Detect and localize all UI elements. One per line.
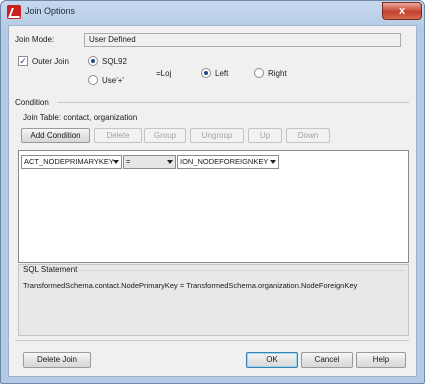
join-options-dialog: Join Options x Join Mode: User Defined ✓… [0, 0, 425, 384]
join-table-label: Join Table: contact, organization [23, 113, 138, 122]
condition-editor[interactable]: ACT_NODEPRIMARYKEY = ION_NODEFOREIGNKEY [18, 150, 409, 263]
sql-statement-heading: SQL Statement [23, 265, 78, 274]
ok-button[interactable]: OK [246, 352, 298, 368]
chevron-down-icon [270, 160, 276, 164]
sql-statement-text: TransformedSchema.contact.NodePrimaryKey… [23, 281, 358, 290]
right-label: Right [268, 69, 287, 78]
group-button[interactable]: Group [144, 128, 186, 143]
app-logo-icon [7, 5, 21, 19]
chevron-down-icon [167, 160, 173, 164]
dialog-body: Join Mode: User Defined ✓ Outer Join SQL… [8, 25, 417, 377]
down-button[interactable]: Down [286, 128, 330, 143]
right-radio[interactable] [254, 68, 264, 78]
close-button[interactable]: x [382, 2, 422, 20]
left-label: Left [215, 69, 229, 78]
delete-condition-button[interactable]: Delete [94, 128, 142, 143]
cancel-button[interactable]: Cancel [301, 352, 353, 368]
sql-statement-panel: SQL Statement TransformedSchema.contact.… [18, 264, 409, 336]
footer-divider [15, 340, 409, 341]
checkmark-icon: ✓ [19, 56, 27, 66]
left-field-dropdown[interactable]: ACT_NODEPRIMARYKEY [21, 155, 122, 169]
outer-join-label: Outer Join [32, 57, 69, 66]
up-button[interactable]: Up [248, 128, 282, 143]
use-plus-radio[interactable] [88, 75, 98, 85]
left-field-value: ACT_NODEPRIMARYKEY [24, 157, 114, 166]
add-condition-button[interactable]: Add Condition [21, 128, 90, 143]
sql92-label: SQL92 [102, 57, 127, 66]
operator-dropdown[interactable]: = [123, 155, 176, 169]
operator-value: = [126, 157, 131, 166]
join-mode-label: Join Mode: [15, 35, 55, 44]
join-mode-field: User Defined [84, 33, 401, 47]
right-field-dropdown[interactable]: ION_NODEFOREIGNKEY [177, 155, 279, 169]
condition-heading: Condition [15, 98, 49, 107]
ungroup-button[interactable]: Ungroup [190, 128, 244, 143]
delete-join-button[interactable]: Delete Join [23, 352, 91, 368]
window-title: Join Options [25, 6, 76, 16]
condition-divider [57, 102, 409, 103]
sql-statement-divider [79, 270, 404, 271]
chevron-down-icon [113, 160, 119, 164]
sql92-radio[interactable] [88, 56, 98, 66]
title-bar[interactable]: Join Options x [1, 1, 424, 23]
help-button[interactable]: Help [356, 352, 406, 368]
outer-join-checkbox[interactable]: ✓ [18, 56, 28, 66]
left-radio[interactable] [201, 68, 211, 78]
right-field-value: ION_NODEFOREIGNKEY [180, 157, 269, 166]
use-plus-label: Use'+' [102, 76, 124, 85]
loj-label: =Loj [156, 69, 172, 78]
